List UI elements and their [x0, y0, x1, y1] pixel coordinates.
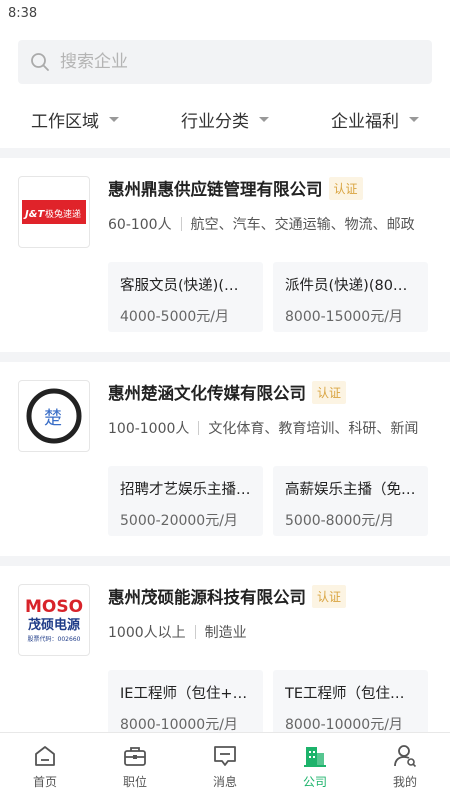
logo-text: MOSO	[25, 597, 83, 617]
divider	[0, 556, 450, 566]
search-input[interactable]	[60, 52, 400, 72]
logo-subtext: 茂硕电源	[28, 617, 80, 633]
search-section	[0, 26, 450, 84]
status-time: 8:38	[8, 5, 38, 21]
company-logo: MOSO 茂硕电源 股票代码：002660	[18, 584, 90, 656]
job-salary: 8000-15000元/月	[285, 309, 403, 325]
company-icon	[304, 747, 326, 767]
job-title: IE工程师（包住+…	[120, 686, 248, 702]
company-name: 惠州鼎惠供应链管理有限公司	[108, 180, 323, 199]
tab-messages[interactable]: 消息	[180, 733, 270, 800]
filter-bar: 工作区域 行业分类 企业福利	[0, 90, 450, 148]
filter-label: 行业分类	[181, 111, 249, 132]
caret-down-icon	[259, 116, 269, 122]
job-title: 高薪娱乐主播（免…	[285, 482, 416, 498]
jt-logo-icon: J&T 极兔速递	[22, 200, 86, 224]
tab-label: 首页	[32, 775, 57, 789]
filter-label: 工作区域	[31, 111, 99, 132]
company-card[interactable]: 楚 惠州楚涵文化传媒有限公司 认证 100-1000人 文化体育、教育培训、科研…	[0, 362, 450, 556]
search-icon	[31, 53, 49, 71]
home-icon	[35, 746, 55, 766]
verified-badge: 认证	[312, 584, 347, 608]
logo-text: 楚	[44, 408, 62, 429]
company-industry: 航空、汽车、交通运输、物流、邮政	[190, 217, 415, 233]
filter-label: 企业福利	[331, 111, 399, 132]
chu-logo-icon: 楚	[26, 388, 82, 444]
job-card[interactable]: 客服文员(快递)(… 4000-5000元/月	[108, 262, 263, 332]
job-title: 客服文员(快递)(…	[120, 278, 239, 294]
company-name: 惠州茂硕能源科技有限公司	[108, 588, 306, 607]
filter-industry[interactable]: 行业分类	[181, 107, 269, 132]
profile-icon	[394, 745, 417, 768]
company-name: 惠州楚涵文化传媒有限公司	[108, 384, 306, 403]
meta-divider	[198, 421, 200, 435]
status-bar: 8:38	[0, 0, 450, 26]
job-card[interactable]: TE工程师（包住+… 8000-10000元/月	[273, 670, 428, 740]
caret-down-icon	[109, 116, 119, 122]
verified-badge: 认证	[328, 176, 363, 200]
job-salary: 8000-10000元/月	[285, 717, 403, 733]
divider	[0, 352, 450, 362]
job-salary: 5000-8000元/月	[285, 513, 395, 529]
tab-label: 职位	[122, 775, 147, 789]
job-card[interactable]: 派件员(快递)(80… 8000-15000元/月	[273, 262, 428, 332]
job-salary: 4000-5000元/月	[120, 309, 230, 325]
company-card[interactable]: MOSO 茂硕电源 股票代码：002660 惠州茂硕能源科技有限公司 认证 10…	[0, 566, 450, 760]
company-size: 60-100人	[108, 217, 172, 233]
job-salary: 8000-10000元/月	[120, 717, 238, 733]
company-card[interactable]: J&T 极兔速递 惠州鼎惠供应链管理有限公司 认证 60-100人 航空、汽车、…	[0, 158, 450, 352]
job-title: 派件员(快递)(80…	[285, 278, 408, 294]
job-card[interactable]: 招聘才艺娱乐主播… 5000-20000元/月	[108, 466, 263, 536]
message-icon	[214, 746, 236, 766]
company-industry: 文化体育、教育培训、科研、新闻	[208, 421, 419, 437]
svg-text:极兔速递: 极兔速递	[45, 208, 81, 220]
filter-work-area[interactable]: 工作区域	[31, 107, 119, 132]
verified-badge: 认证	[312, 380, 347, 404]
job-salary: 5000-20000元/月	[120, 513, 238, 529]
tab-home[interactable]: 首页	[0, 733, 90, 800]
company-industry: 制造业	[204, 625, 247, 641]
company-logo: 楚	[18, 380, 90, 452]
meta-divider	[194, 625, 196, 639]
bottom-tab-bar: 首页 职位 消息 公司 我的	[0, 732, 450, 800]
caret-down-icon	[409, 116, 419, 122]
svg-text:J&T: J&T	[23, 209, 45, 220]
tab-company[interactable]: 公司	[270, 733, 360, 800]
moso-logo-icon: MOSO 茂硕电源 股票代码：002660	[25, 597, 83, 643]
tab-label: 消息	[212, 775, 237, 789]
job-title: 招聘才艺娱乐主播…	[120, 482, 251, 498]
job-title: TE工程师（包住+…	[285, 686, 416, 702]
company-size: 100-1000人	[108, 421, 190, 437]
tab-profile[interactable]: 我的	[360, 733, 450, 800]
company-size: 1000人以上	[108, 625, 186, 641]
tab-label: 公司	[302, 775, 327, 789]
job-card[interactable]: IE工程师（包住+… 8000-10000元/月	[108, 670, 263, 740]
filter-benefits[interactable]: 企业福利	[331, 107, 419, 132]
divider	[0, 148, 450, 158]
logo-code: 股票代码：002660	[28, 635, 81, 643]
search-bar[interactable]	[18, 40, 432, 84]
briefcase-icon	[124, 747, 146, 766]
tab-label: 我的	[392, 775, 417, 789]
company-logo: J&T 极兔速递	[18, 176, 90, 248]
meta-divider	[180, 217, 182, 231]
job-card[interactable]: 高薪娱乐主播（免… 5000-8000元/月	[273, 466, 428, 536]
tab-jobs[interactable]: 职位	[90, 733, 180, 800]
